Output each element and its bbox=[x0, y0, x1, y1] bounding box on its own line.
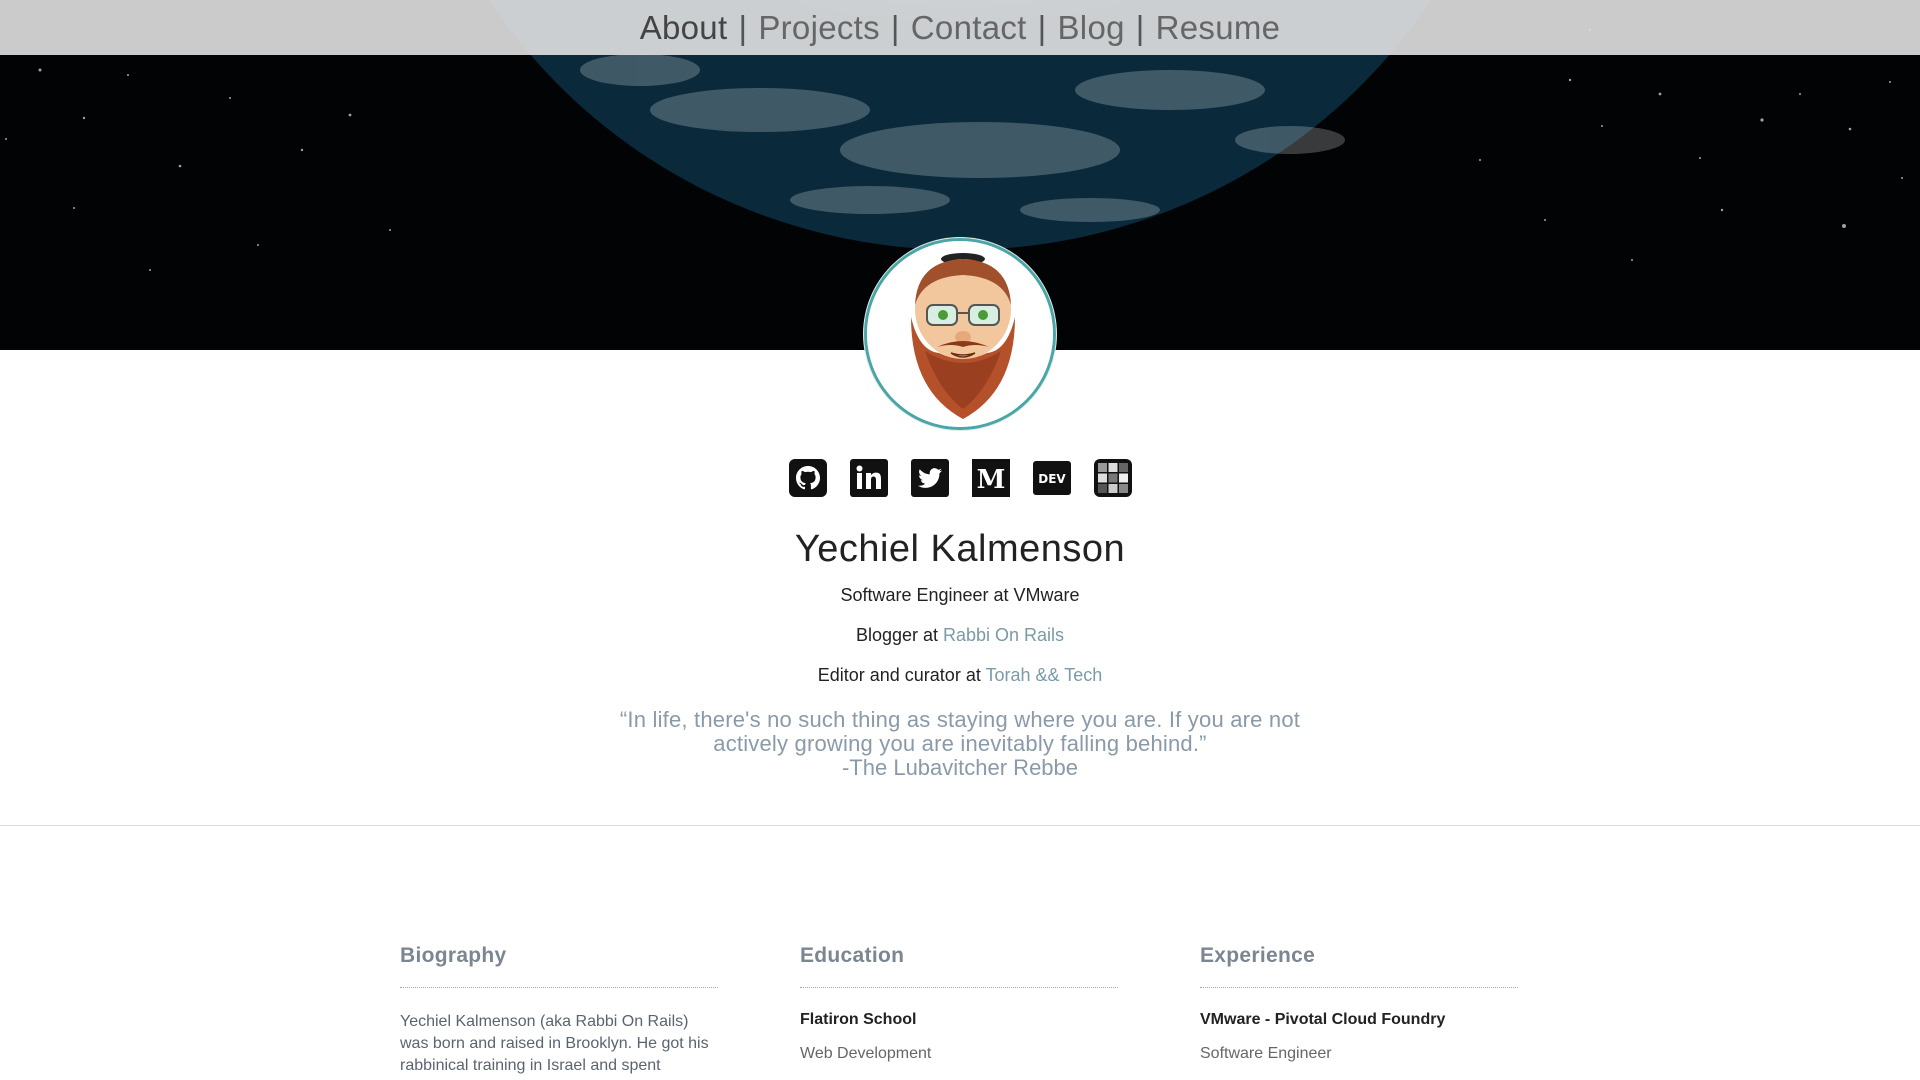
svg-text:DEV: DEV bbox=[1038, 472, 1066, 486]
nav-separator: | bbox=[1135, 8, 1145, 46]
biography-column: Biography Yechiel Kalmenson (aka Rabbi O… bbox=[400, 944, 718, 1077]
profile-editor-line: Editor and curator at Torah && Tech bbox=[0, 665, 1920, 686]
nav-blog-link[interactable]: Blog bbox=[1058, 9, 1125, 47]
profile-section: Yechiel Kalmenson Software Engineer at V… bbox=[0, 528, 1920, 780]
rabbi-on-rails-link[interactable]: Rabbi On Rails bbox=[943, 625, 1064, 645]
education-heading: Education bbox=[800, 944, 1118, 988]
nav-separator: | bbox=[1037, 8, 1047, 46]
nav-separator: | bbox=[890, 8, 900, 46]
bearded-man-avatar-image bbox=[867, 241, 1053, 427]
blogger-prefix: Blogger at bbox=[855, 625, 943, 645]
top-nav: About | Projects | Contact | Blog | Resu… bbox=[0, 0, 1920, 55]
twitter-icon[interactable] bbox=[910, 458, 950, 498]
editor-prefix: Editor and curator at bbox=[817, 665, 986, 685]
education-program: Web Development bbox=[800, 1045, 932, 1062]
education-column: Education Flatiron School Web Developmen… bbox=[800, 944, 1118, 1063]
medium-icon[interactable]: M bbox=[971, 458, 1011, 498]
profile-role: Software Engineer at VMware bbox=[840, 585, 1080, 605]
profile-quote-author: -The Lubavitcher Rebbe bbox=[841, 755, 1079, 780]
experience-position: Software Engineer bbox=[1200, 1045, 1332, 1062]
education-school: Flatiron School bbox=[800, 1011, 917, 1028]
section-divider bbox=[0, 825, 1920, 826]
torah-and-tech-link[interactable]: Torah && Tech bbox=[986, 665, 1103, 685]
biography-heading: Biography bbox=[400, 944, 718, 988]
biography-text: Yechiel Kalmenson (aka Rabbi On Rails) w… bbox=[400, 1013, 709, 1074]
nav-about-link[interactable]: About bbox=[640, 9, 728, 47]
nav-resume-link[interactable]: Resume bbox=[1156, 9, 1281, 47]
nav-contact-link[interactable]: Contact bbox=[911, 9, 1027, 47]
grid-logo-icon[interactable] bbox=[1093, 458, 1133, 498]
profile-quote: “In life, there's no such thing as stayi… bbox=[619, 707, 1301, 756]
profile-avatar bbox=[864, 238, 1056, 430]
profile-name: Yechiel Kalmenson bbox=[794, 528, 1126, 570]
nav-projects-link[interactable]: Projects bbox=[758, 9, 880, 47]
experience-column: Experience VMware - Pivotal Cloud Foundr… bbox=[1200, 944, 1518, 1063]
svg-text:M: M bbox=[976, 465, 1005, 495]
social-links: M DEV bbox=[0, 458, 1920, 498]
profile-blogger-line: Blogger at Rabbi On Rails bbox=[0, 625, 1920, 646]
dev-icon[interactable]: DEV bbox=[1032, 458, 1072, 498]
nav-separator: | bbox=[738, 8, 748, 46]
experience-company: VMware - Pivotal Cloud Foundry bbox=[1200, 1011, 1446, 1028]
experience-heading: Experience bbox=[1200, 944, 1518, 988]
linkedin-icon[interactable] bbox=[849, 458, 889, 498]
github-icon[interactable] bbox=[788, 458, 828, 498]
